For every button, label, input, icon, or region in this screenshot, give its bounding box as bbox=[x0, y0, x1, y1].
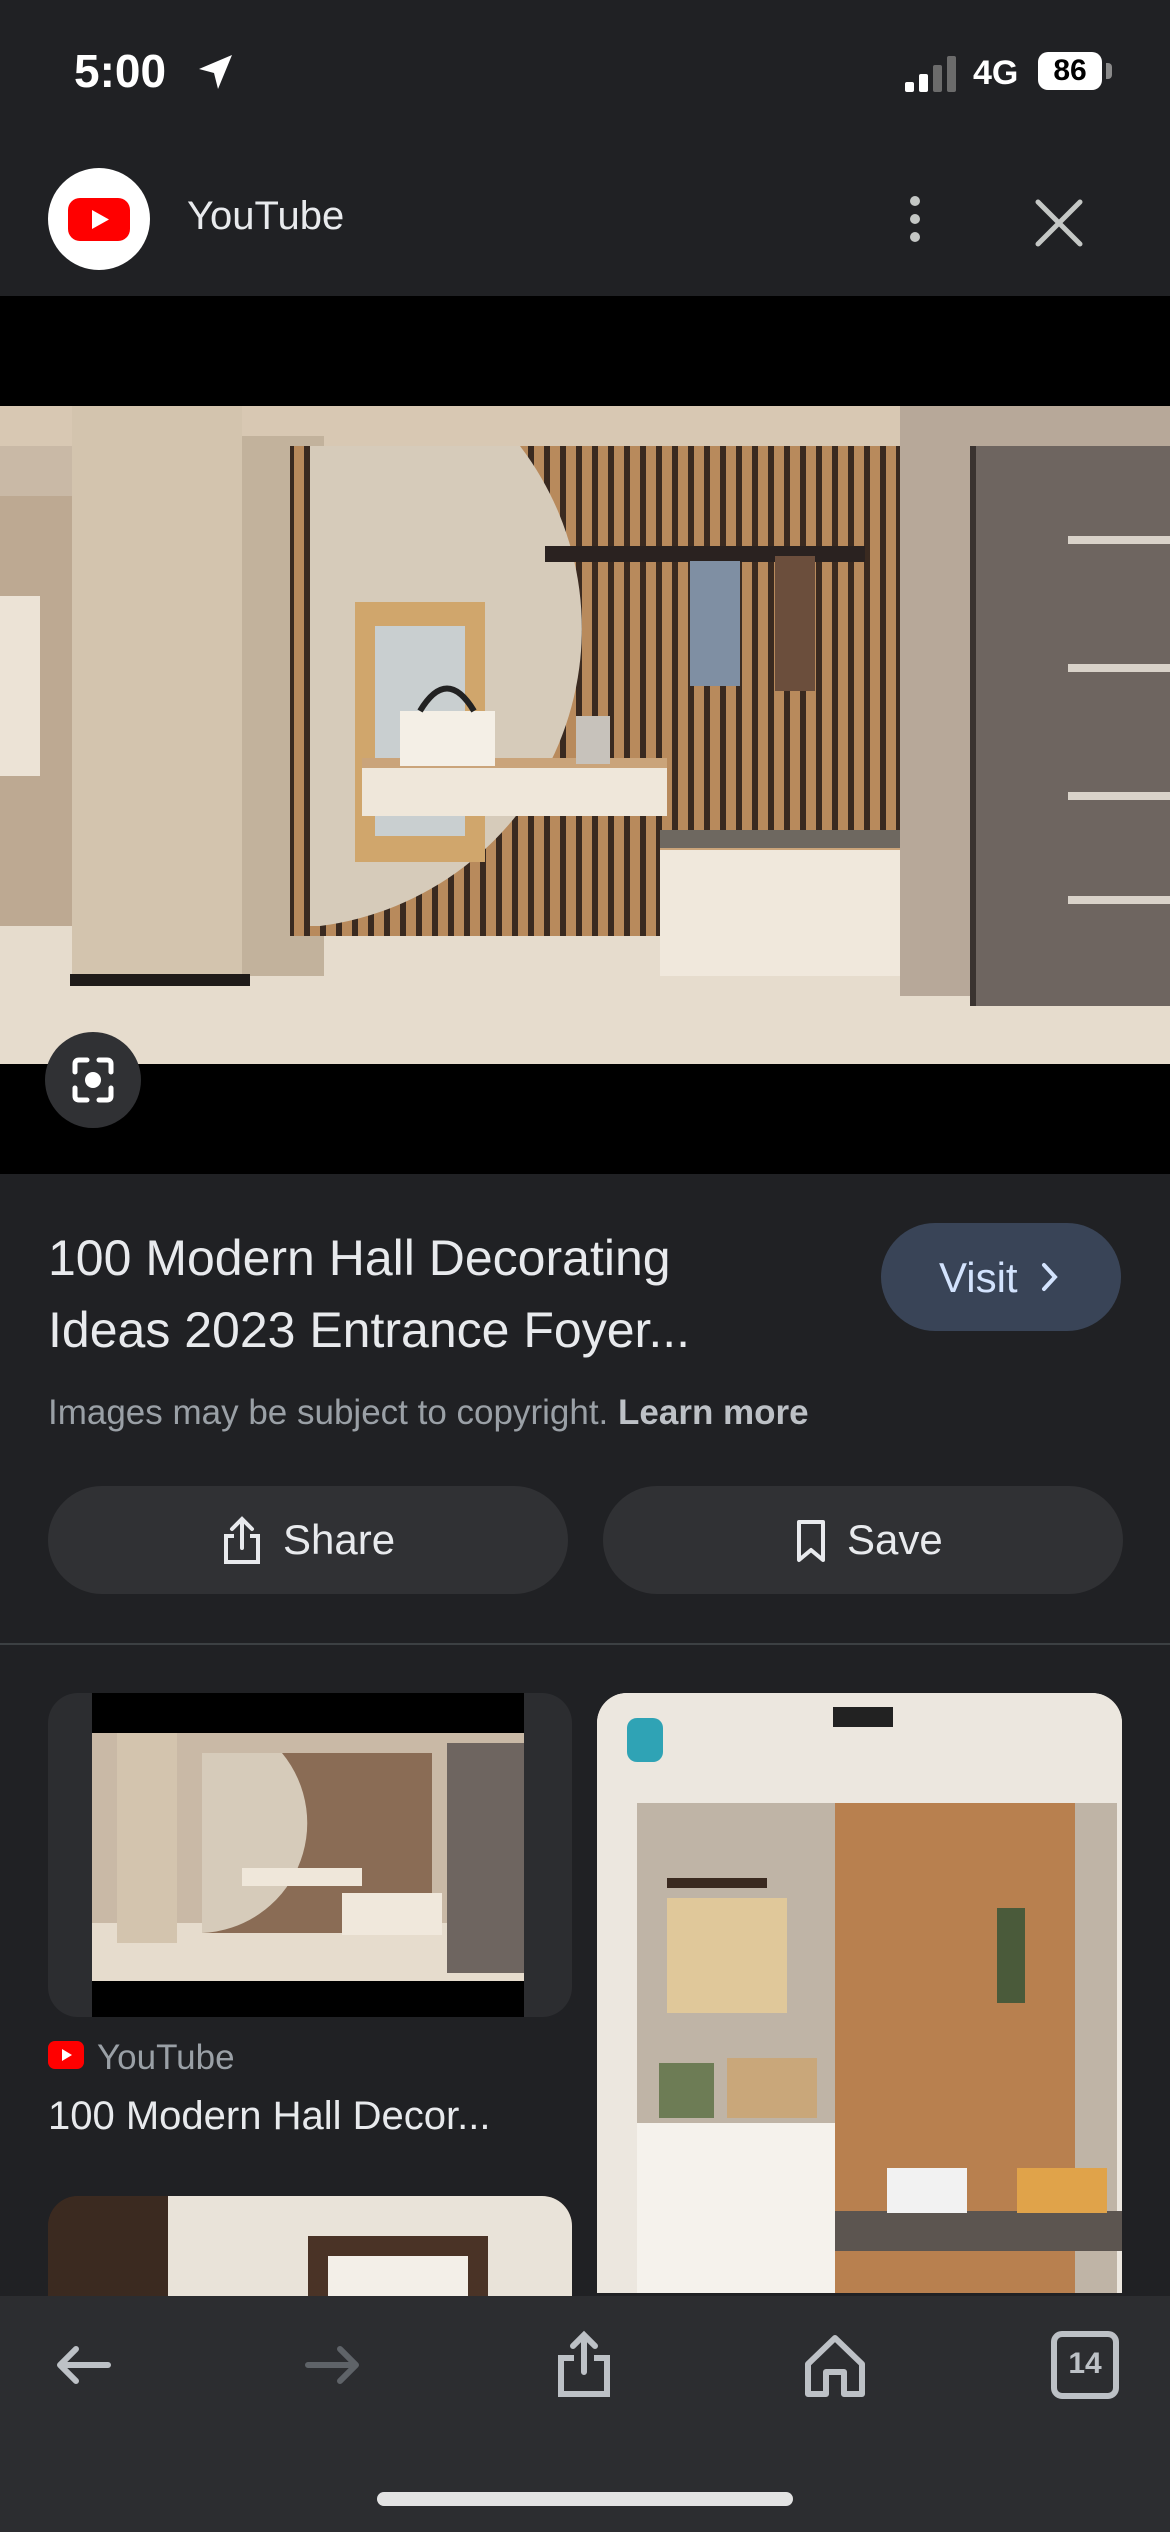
related-thumbnail bbox=[92, 1693, 524, 2017]
home-icon[interactable] bbox=[800, 2330, 870, 2400]
related-card[interactable] bbox=[48, 1693, 572, 2017]
copyright-notice: Images may be subject to copyright. Lear… bbox=[48, 1393, 809, 1433]
copyright-text: Images may be subject to copyright. bbox=[48, 1393, 609, 1432]
share-icon bbox=[224, 1516, 260, 1564]
forward-arrow-icon[interactable] bbox=[298, 2330, 368, 2400]
location-arrow-icon bbox=[199, 55, 232, 89]
status-time: 5:00 bbox=[74, 45, 167, 97]
lens-search-button[interactable] bbox=[45, 1032, 141, 1128]
main-image[interactable] bbox=[0, 406, 1170, 1064]
bookmark-icon bbox=[797, 1520, 825, 1562]
result-title-line1: 100 Modern Hall Decorating bbox=[48, 1230, 671, 1286]
youtube-play-icon bbox=[68, 198, 130, 241]
chevron-right-icon bbox=[1042, 1263, 1058, 1291]
visit-label: Visit bbox=[939, 1254, 1018, 1301]
back-arrow-icon[interactable] bbox=[48, 2330, 118, 2400]
battery-level: 86 bbox=[1038, 52, 1102, 90]
related-source: YouTube bbox=[97, 2038, 235, 2077]
lens-icon bbox=[72, 1057, 114, 1103]
tabs-button[interactable]: 14 bbox=[1050, 2330, 1120, 2400]
youtube-logo[interactable] bbox=[48, 168, 150, 270]
share-label: Share bbox=[283, 1516, 396, 1563]
related-thumbnail-2 bbox=[597, 1693, 1122, 2293]
share-button[interactable]: Share bbox=[48, 1486, 568, 1594]
battery-nub bbox=[1106, 63, 1112, 79]
divider bbox=[0, 1643, 1170, 1645]
youtube-small-icon bbox=[48, 2041, 84, 2069]
save-label: Save bbox=[847, 1516, 943, 1563]
learn-more-link[interactable]: Learn more bbox=[618, 1393, 809, 1432]
result-title[interactable]: 100 Modern Hall Decorating Ideas 2023 En… bbox=[48, 1222, 828, 1366]
network-type: 4G bbox=[973, 54, 1019, 92]
tabs-count: 14 bbox=[1068, 2347, 1102, 2380]
close-icon[interactable] bbox=[1030, 194, 1088, 252]
home-indicator[interactable] bbox=[377, 2492, 793, 2506]
related-title[interactable]: 100 Modern Hall Decor... bbox=[48, 2094, 490, 2139]
save-button[interactable]: Save bbox=[603, 1486, 1123, 1594]
visit-button[interactable]: Visit bbox=[881, 1223, 1121, 1331]
related-card-2[interactable] bbox=[597, 1693, 1122, 2293]
share-page-icon[interactable] bbox=[549, 2330, 619, 2400]
cellular-signal-icon bbox=[905, 56, 956, 92]
more-options-button[interactable] bbox=[890, 184, 940, 254]
source-title[interactable]: YouTube bbox=[187, 194, 344, 239]
source-header bbox=[0, 150, 1170, 296]
result-title-line2: Ideas 2023 Entrance Foyer... bbox=[48, 1302, 691, 1358]
